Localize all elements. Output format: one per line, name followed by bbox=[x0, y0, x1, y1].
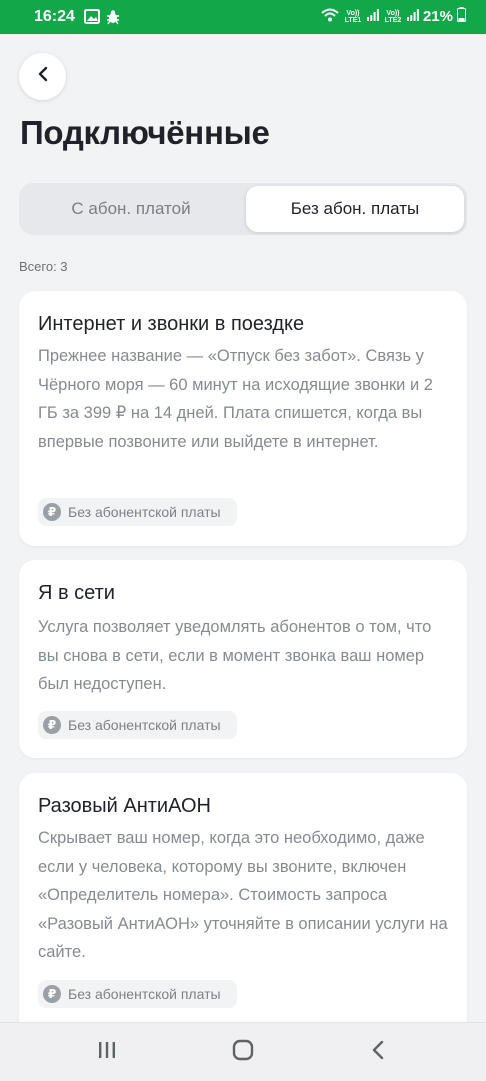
service-card-travel[interactable]: Интернет и звонки в поездке Прежнее назв… bbox=[19, 291, 467, 546]
service-description: Скрывает ваш номер, когда это необходимо… bbox=[38, 829, 448, 961]
service-description: Услуга позволяет уведомлять абонентов о … bbox=[38, 618, 432, 693]
fee-badge: ₽ Без абонентской платы bbox=[38, 498, 237, 526]
battery-icon bbox=[457, 7, 466, 26]
status-time: 16:24 bbox=[34, 8, 75, 25]
ruble-icon: ₽ bbox=[43, 985, 61, 1003]
status-bar: 16:24 Vo)) LTE1 Vo)) LTE2 21% bbox=[0, 0, 486, 34]
battery-percent: 21% bbox=[422, 8, 453, 25]
service-card-antiaon[interactable]: Разовый АнтиАОН Скрывает ваш номер, когд… bbox=[19, 773, 467, 1035]
chevron-left-icon bbox=[37, 66, 49, 87]
status-right: Vo)) LTE1 Vo)) LTE2 21% bbox=[321, 7, 466, 26]
fee-badge: ₽ Без абонентской платы bbox=[38, 711, 237, 739]
signal-icon bbox=[406, 8, 419, 25]
service-title: Интернет и звонки в поездке bbox=[38, 313, 305, 335]
fee-badge-label: Без абонентской платы bbox=[68, 504, 221, 520]
home-icon[interactable] bbox=[231, 1039, 255, 1066]
service-title: Я в сети bbox=[38, 582, 115, 604]
fee-badge-label: Без абонентской платы bbox=[68, 986, 221, 1002]
wifi-calling-icon bbox=[321, 8, 339, 26]
system-nav-bar bbox=[0, 1022, 486, 1081]
service-description: Прежнее название — «Отпуск без забот». С… bbox=[38, 347, 433, 451]
fee-badge-label: Без абонентской платы bbox=[68, 717, 221, 733]
bug-icon bbox=[106, 9, 120, 30]
net-label-2: Vo)) LTE2 bbox=[384, 9, 402, 24]
recents-icon[interactable] bbox=[96, 1039, 118, 1066]
back-icon[interactable] bbox=[368, 1039, 388, 1066]
image-icon bbox=[84, 9, 100, 29]
service-card-online[interactable]: Я в сети Услуга позволяет уведомлять або… bbox=[19, 560, 467, 758]
page-title: Подключённые bbox=[20, 114, 270, 151]
service-title: Разовый АнтиАОН bbox=[38, 795, 211, 817]
ruble-icon: ₽ bbox=[43, 503, 61, 521]
net-label-1: Vo)) LTE1 bbox=[344, 9, 362, 24]
signal-icon bbox=[366, 8, 379, 25]
tabs-switcher: С абон. платой Без абон. платы bbox=[19, 183, 467, 235]
tab-with-fee[interactable]: С абон. платой bbox=[22, 186, 240, 232]
tab-without-fee[interactable]: Без абон. платы bbox=[246, 186, 464, 232]
ruble-icon: ₽ bbox=[43, 716, 61, 734]
fee-badge: ₽ Без абонентской платы bbox=[38, 980, 237, 1008]
back-button[interactable] bbox=[19, 53, 66, 100]
total-count: Всего: 3 bbox=[19, 259, 68, 274]
